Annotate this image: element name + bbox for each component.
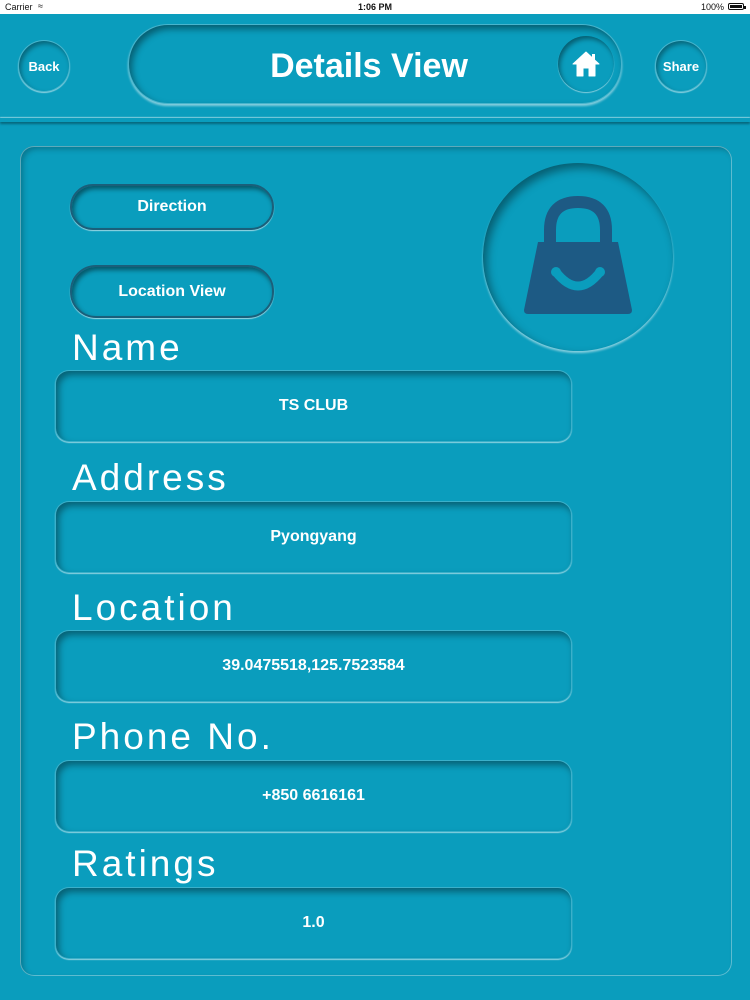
- battery-percent: 100%: [700, 2, 724, 12]
- battery-icon: [728, 3, 746, 10]
- shopping-bag-icon: [524, 195, 632, 314]
- address-field: Pyongyang: [55, 501, 572, 573]
- share-button[interactable]: Share: [655, 40, 707, 92]
- phone-field: +850 6616161: [55, 760, 572, 832]
- name-label: Name: [72, 327, 183, 368]
- location-label: Location: [72, 587, 236, 628]
- home-icon: [572, 51, 600, 77]
- address-label: Address: [72, 457, 229, 498]
- name-field: TS CLUB: [55, 370, 572, 442]
- phone-label: Phone No.: [72, 716, 274, 757]
- header-divider: [0, 118, 750, 122]
- place-icon-badge: [483, 163, 673, 351]
- title-bar: Details View: [128, 24, 622, 104]
- ratings-label: Ratings: [72, 843, 219, 884]
- ratings-field: 1.0: [55, 887, 572, 959]
- direction-button[interactable]: Direction: [70, 184, 274, 230]
- location-view-button[interactable]: Location View: [70, 265, 274, 318]
- page-title: Details View: [270, 47, 468, 85]
- location-field: 39.0475518,125.7523584: [55, 630, 572, 702]
- status-time: 1:06 PM: [357, 2, 392, 12]
- status-bar: Carrier ≈ 1:06 PM 100%: [0, 0, 750, 14]
- back-button[interactable]: Back: [18, 40, 70, 92]
- home-button[interactable]: [558, 36, 614, 92]
